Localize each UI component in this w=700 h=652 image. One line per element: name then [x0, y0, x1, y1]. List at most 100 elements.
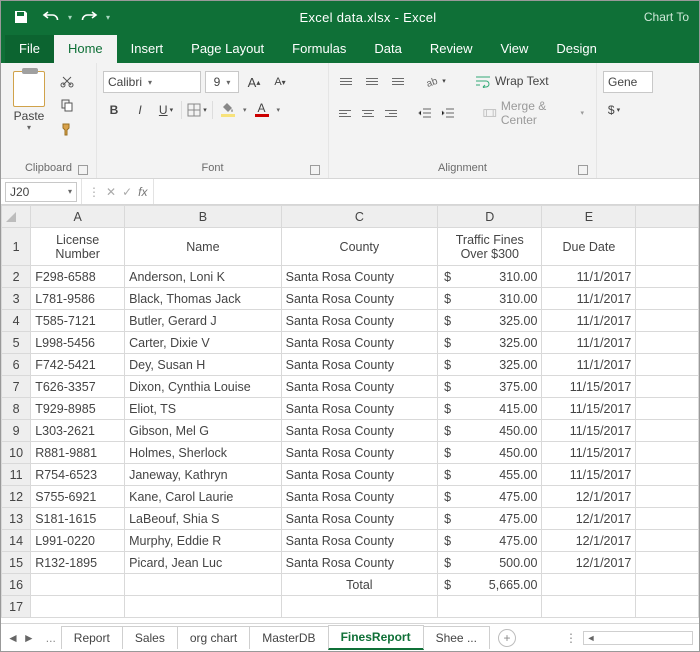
name-box[interactable]: J20▾ [5, 182, 77, 202]
cell[interactable]: $475.00 [438, 530, 542, 552]
font-name-combo[interactable]: Calibri▾ [103, 71, 201, 93]
cell[interactable] [31, 574, 125, 596]
tab-data[interactable]: Data [360, 35, 415, 63]
row-header[interactable]: 3 [2, 288, 31, 310]
row-header[interactable]: 15 [2, 552, 31, 574]
tab-view[interactable]: View [486, 35, 542, 63]
cell[interactable]: 12/1/2017 [542, 530, 636, 552]
row-header[interactable]: 1 [2, 228, 31, 266]
redo-icon[interactable] [75, 3, 103, 31]
cell[interactable]: 12/1/2017 [542, 508, 636, 530]
sheet-tab-more[interactable]: Shee ... [423, 626, 490, 649]
cell[interactable]: Santa Rosa County [281, 266, 438, 288]
cell[interactable]: $325.00 [438, 332, 542, 354]
merge-center-button[interactable]: Merge & Center▾ [477, 97, 590, 129]
cell[interactable]: $475.00 [438, 508, 542, 530]
cell[interactable]: Traffic Fines Over $300 [438, 228, 542, 266]
cell[interactable] [636, 354, 699, 376]
col-header-C[interactable]: C [281, 206, 438, 228]
cell[interactable]: Total [281, 574, 438, 596]
cell[interactable]: Butler, Gerard J [125, 310, 282, 332]
cell[interactable]: L303-2621 [31, 420, 125, 442]
cell[interactable]: 11/1/2017 [542, 288, 636, 310]
cell[interactable]: Santa Rosa County [281, 332, 438, 354]
cell[interactable]: County [281, 228, 438, 266]
sheet-tab-report[interactable]: Report [61, 626, 123, 649]
cell[interactable]: $450.00 [438, 442, 542, 464]
font-color-icon[interactable]: A [251, 99, 273, 121]
cell[interactable]: R754-6523 [31, 464, 125, 486]
row-header[interactable]: 4 [2, 310, 31, 332]
align-top-icon[interactable] [335, 71, 357, 91]
row-header[interactable]: 5 [2, 332, 31, 354]
cell[interactable]: LaBeouf, Shia S [125, 508, 282, 530]
cell[interactable]: 11/1/2017 [542, 354, 636, 376]
cell[interactable]: Santa Rosa County [281, 508, 438, 530]
fill-color-icon[interactable] [217, 99, 239, 121]
row-header[interactable]: 14 [2, 530, 31, 552]
cell[interactable] [542, 596, 636, 618]
increase-font-icon[interactable]: A▴ [243, 71, 265, 93]
horizontal-scrollbar[interactable]: ⋮ ◄ [524, 631, 699, 645]
cell[interactable]: Santa Rosa County [281, 530, 438, 552]
cell[interactable]: T585-7121 [31, 310, 125, 332]
font-dialog-launcher-icon[interactable] [310, 165, 320, 175]
cell[interactable]: S181-1615 [31, 508, 125, 530]
row-header[interactable]: 12 [2, 486, 31, 508]
cell[interactable]: 11/1/2017 [542, 266, 636, 288]
cell[interactable]: LicenseNumber [31, 228, 125, 266]
cell[interactable]: Santa Rosa County [281, 486, 438, 508]
paste-dropdown-icon[interactable]: ▾ [27, 123, 31, 132]
col-header-B[interactable]: B [125, 206, 282, 228]
col-header-A[interactable]: A [31, 206, 125, 228]
row-header[interactable]: 8 [2, 398, 31, 420]
tab-formulas[interactable]: Formulas [278, 35, 360, 63]
cell[interactable]: S755-6921 [31, 486, 125, 508]
sheet-tab-sales[interactable]: Sales [122, 626, 178, 649]
formula-input[interactable] [153, 179, 699, 204]
cell[interactable]: Anderson, Loni K [125, 266, 282, 288]
undo-icon[interactable] [37, 3, 65, 31]
cell[interactable] [438, 596, 542, 618]
cell[interactable] [636, 552, 699, 574]
decrease-font-icon[interactable]: A▾ [269, 71, 291, 93]
cell[interactable]: $310.00 [438, 288, 542, 310]
accounting-format-icon[interactable]: $▾ [603, 99, 625, 121]
row-header[interactable]: 7 [2, 376, 31, 398]
row-header[interactable]: 2 [2, 266, 31, 288]
cell[interactable]: Santa Rosa County [281, 310, 438, 332]
cell[interactable]: Santa Rosa County [281, 354, 438, 376]
wrap-text-button[interactable]: Wrap Text [469, 72, 555, 90]
cell[interactable]: R881-9881 [31, 442, 125, 464]
col-header-blank[interactable] [636, 206, 699, 228]
copy-icon[interactable] [57, 95, 77, 115]
cell[interactable] [636, 288, 699, 310]
sheet-nav-next-icon[interactable]: ► [23, 631, 35, 645]
row-header[interactable]: 10 [2, 442, 31, 464]
cell[interactable]: F742-5421 [31, 354, 125, 376]
increase-indent-icon[interactable] [438, 103, 457, 123]
cell[interactable]: Dixon, Cynthia Louise [125, 376, 282, 398]
cell[interactable]: 11/15/2017 [542, 376, 636, 398]
row-header[interactable]: 17 [2, 596, 31, 618]
cell[interactable] [636, 310, 699, 332]
cell[interactable]: $475.00 [438, 486, 542, 508]
cell[interactable]: Murphy, Eddie R [125, 530, 282, 552]
underline-button[interactable]: U▾ [155, 99, 177, 121]
paste-button[interactable]: Paste ▾ [7, 71, 51, 132]
cell[interactable]: 11/1/2017 [542, 310, 636, 332]
cell[interactable]: Dey, Susan H [125, 354, 282, 376]
save-icon[interactable] [7, 3, 35, 31]
cell[interactable]: L781-9586 [31, 288, 125, 310]
cell[interactable] [281, 596, 438, 618]
tab-design[interactable]: Design [542, 35, 610, 63]
bold-button[interactable]: B [103, 99, 125, 121]
cell[interactable] [125, 596, 282, 618]
cell[interactable]: Santa Rosa County [281, 398, 438, 420]
cell[interactable]: $450.00 [438, 420, 542, 442]
format-painter-icon[interactable] [57, 119, 77, 139]
cell[interactable]: Gibson, Mel G [125, 420, 282, 442]
cancel-formula-icon[interactable]: ✕ [106, 185, 116, 199]
fx-icon[interactable]: fx [138, 185, 147, 199]
tab-home[interactable]: Home [54, 35, 117, 63]
